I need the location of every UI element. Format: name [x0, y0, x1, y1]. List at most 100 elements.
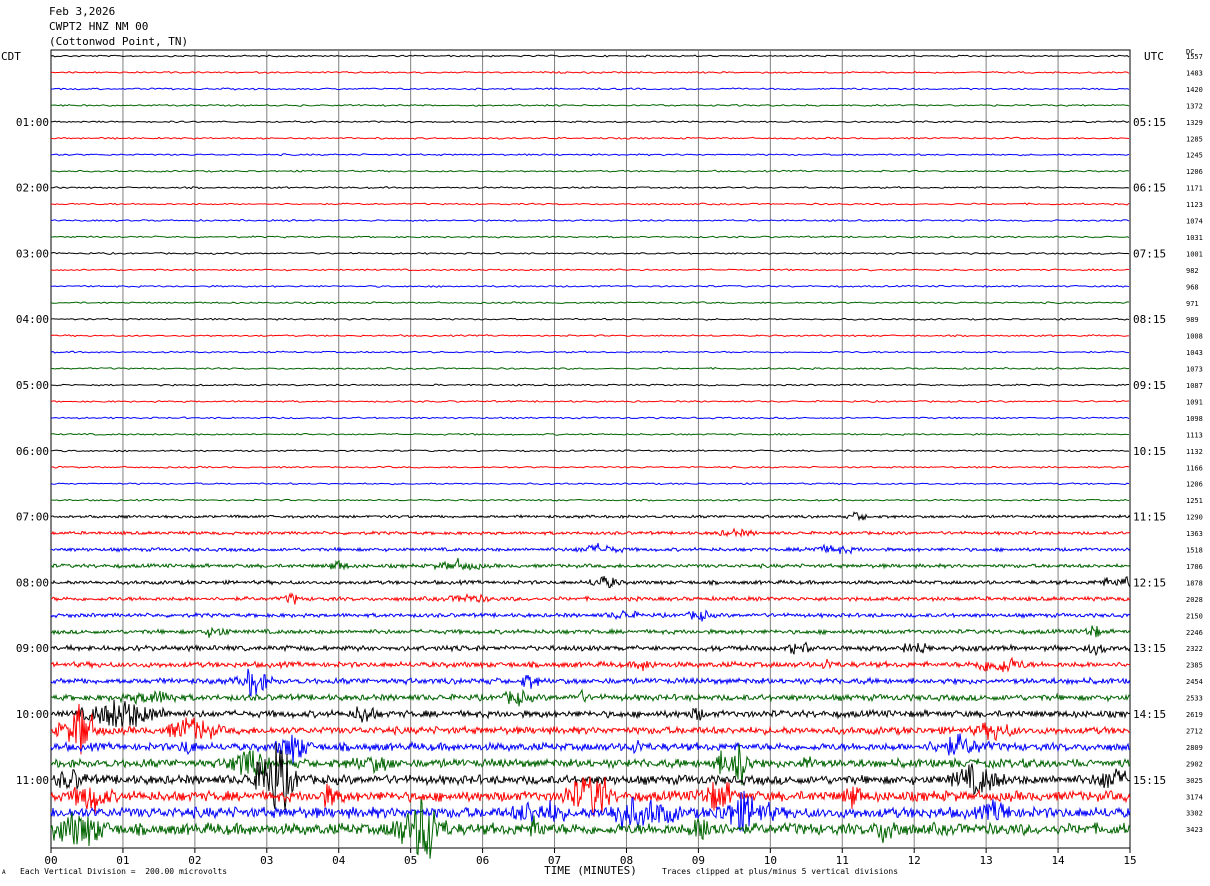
header-location: (Cottonwod Point, TN): [49, 35, 189, 48]
dc-value-label: 1074: [1186, 218, 1203, 226]
trace-line: [50, 153, 1130, 157]
dc-value-label: 1518: [1186, 547, 1203, 555]
trace-line: [50, 733, 1131, 765]
right-hour-label: 07:15: [1133, 247, 1166, 260]
x-tick-label: 15: [1123, 854, 1136, 867]
dc-value-label: 2454: [1186, 678, 1203, 686]
dc-value-label: 1329: [1186, 119, 1203, 127]
trace-line: [50, 575, 1131, 589]
x-tick-label: 04: [332, 854, 346, 867]
left-hour-label: 02:00: [16, 182, 49, 195]
scale-note: Each Vertical Division = 200.00 microvol…: [20, 867, 228, 876]
trace-line: [51, 557, 1131, 571]
x-axis-label: TIME (MINUTES): [544, 864, 637, 877]
trace-line: [50, 70, 1130, 74]
right-hour-label: 10:15: [1133, 445, 1166, 458]
left-hour-label: 07:00: [16, 511, 49, 524]
dc-value-label: 2385: [1186, 662, 1203, 670]
dc-value-label: 989: [1186, 316, 1199, 324]
trace-line: [50, 688, 1131, 707]
left-hour-label: 08:00: [16, 576, 49, 589]
helicorder-chart: 00 01 02 03 04 05 06 07 08 09 10 11 12 13 14 15TIME (MI…: [16, 49, 1203, 877]
left-hour-label: 05:00: [16, 379, 49, 392]
right-hour-label: 15:15: [1133, 774, 1166, 787]
dc-value-label: 2533: [1186, 695, 1203, 703]
trace-line: [50, 366, 1130, 371]
trace-line: [50, 399, 1130, 403]
x-tick-label: 10: [764, 854, 777, 867]
right-hour-label: 11:15: [1133, 511, 1166, 524]
trace-line: [50, 592, 1131, 605]
dc-value-label: 1132: [1186, 448, 1203, 456]
trace-line: [50, 449, 1130, 453]
x-tick-label: 03: [260, 854, 273, 867]
left-hour-label: 06:00: [16, 445, 49, 458]
left-hour-label: 01:00: [16, 116, 49, 129]
dc-value-label: 1073: [1186, 366, 1203, 374]
x-tick-label: 09: [692, 854, 705, 867]
left-hour-label: 10:00: [16, 708, 49, 721]
trace-line: [50, 120, 1130, 124]
dc-value-label: 1483: [1186, 69, 1203, 77]
dc-value-label: 1420: [1186, 86, 1203, 94]
dc-value-label: 1087: [1186, 382, 1203, 390]
left-hour-label: 03:00: [16, 247, 49, 260]
header-station: CWPT2 HNZ NM 00: [49, 20, 149, 33]
trace-line: [50, 251, 1130, 255]
x-tick-label: 14: [1051, 854, 1065, 867]
left-hour-label: 09:00: [16, 642, 49, 655]
trace-line: [51, 284, 1130, 288]
dc-value-label: 2028: [1186, 596, 1203, 604]
corner-mark: A: [2, 869, 6, 876]
trace-line: [51, 169, 1130, 173]
dc-value-label: 1372: [1186, 102, 1203, 110]
trace-line: [50, 799, 1131, 859]
trace-line: [51, 542, 1131, 555]
x-tick-label: 13: [980, 854, 993, 867]
dc-value-label: 2322: [1186, 645, 1203, 653]
trace-line: [50, 350, 1130, 354]
clip-note: Traces clipped at plus/minus 5 vertical …: [662, 867, 899, 876]
dc-value-label: 1001: [1186, 250, 1203, 258]
dc-value-label: 1008: [1186, 333, 1203, 341]
dc-value-label: 2150: [1186, 612, 1203, 620]
trace-line: [50, 742, 1131, 810]
trace-line: [50, 136, 1130, 140]
x-tick-label: 12: [908, 854, 921, 867]
trace-line: [50, 202, 1130, 206]
header-date: Feb 3,2026: [49, 5, 116, 18]
dc-value-label: 971: [1186, 300, 1199, 308]
dc-value-label: 1290: [1186, 514, 1203, 522]
right-hour-label: 06:15: [1133, 182, 1166, 195]
dc-value-label: 2619: [1186, 711, 1203, 719]
dc-value-label: 1098: [1186, 415, 1203, 423]
trace-line: [50, 383, 1129, 387]
trace-line: [50, 432, 1130, 436]
trace-line: [50, 641, 1131, 657]
trace-line: [50, 527, 1131, 538]
dc-value-label: 2246: [1186, 629, 1203, 637]
trace-line: [50, 54, 1130, 58]
dc-value-label: 3025: [1186, 777, 1203, 785]
trace-line: [50, 416, 1130, 420]
dc-value-label: 982: [1186, 267, 1199, 275]
right-hour-label: 08:15: [1133, 313, 1166, 326]
dc-value-label: 1043: [1186, 349, 1203, 357]
right-hour-label: 13:15: [1133, 642, 1166, 655]
left-timezone-label: CDT: [1, 50, 21, 63]
trace-line: [50, 334, 1129, 338]
x-tick-label: 11: [836, 854, 849, 867]
dc-value-label: 3174: [1186, 793, 1203, 801]
trace-line: [50, 511, 1131, 522]
right-hour-label: 05:15: [1133, 116, 1166, 129]
dc-value-label: 1206: [1186, 168, 1203, 176]
dc-value-label: 1878: [1186, 579, 1203, 587]
trace-line: [50, 103, 1130, 107]
trace-line: [50, 235, 1130, 239]
dc-value-label: 2809: [1186, 744, 1203, 752]
right-hour-label: 12:15: [1133, 576, 1166, 589]
trace-line: [50, 482, 1130, 486]
trace-line: [50, 218, 1130, 222]
trace-line: [50, 268, 1130, 272]
dc-value-label: 2712: [1186, 727, 1203, 735]
